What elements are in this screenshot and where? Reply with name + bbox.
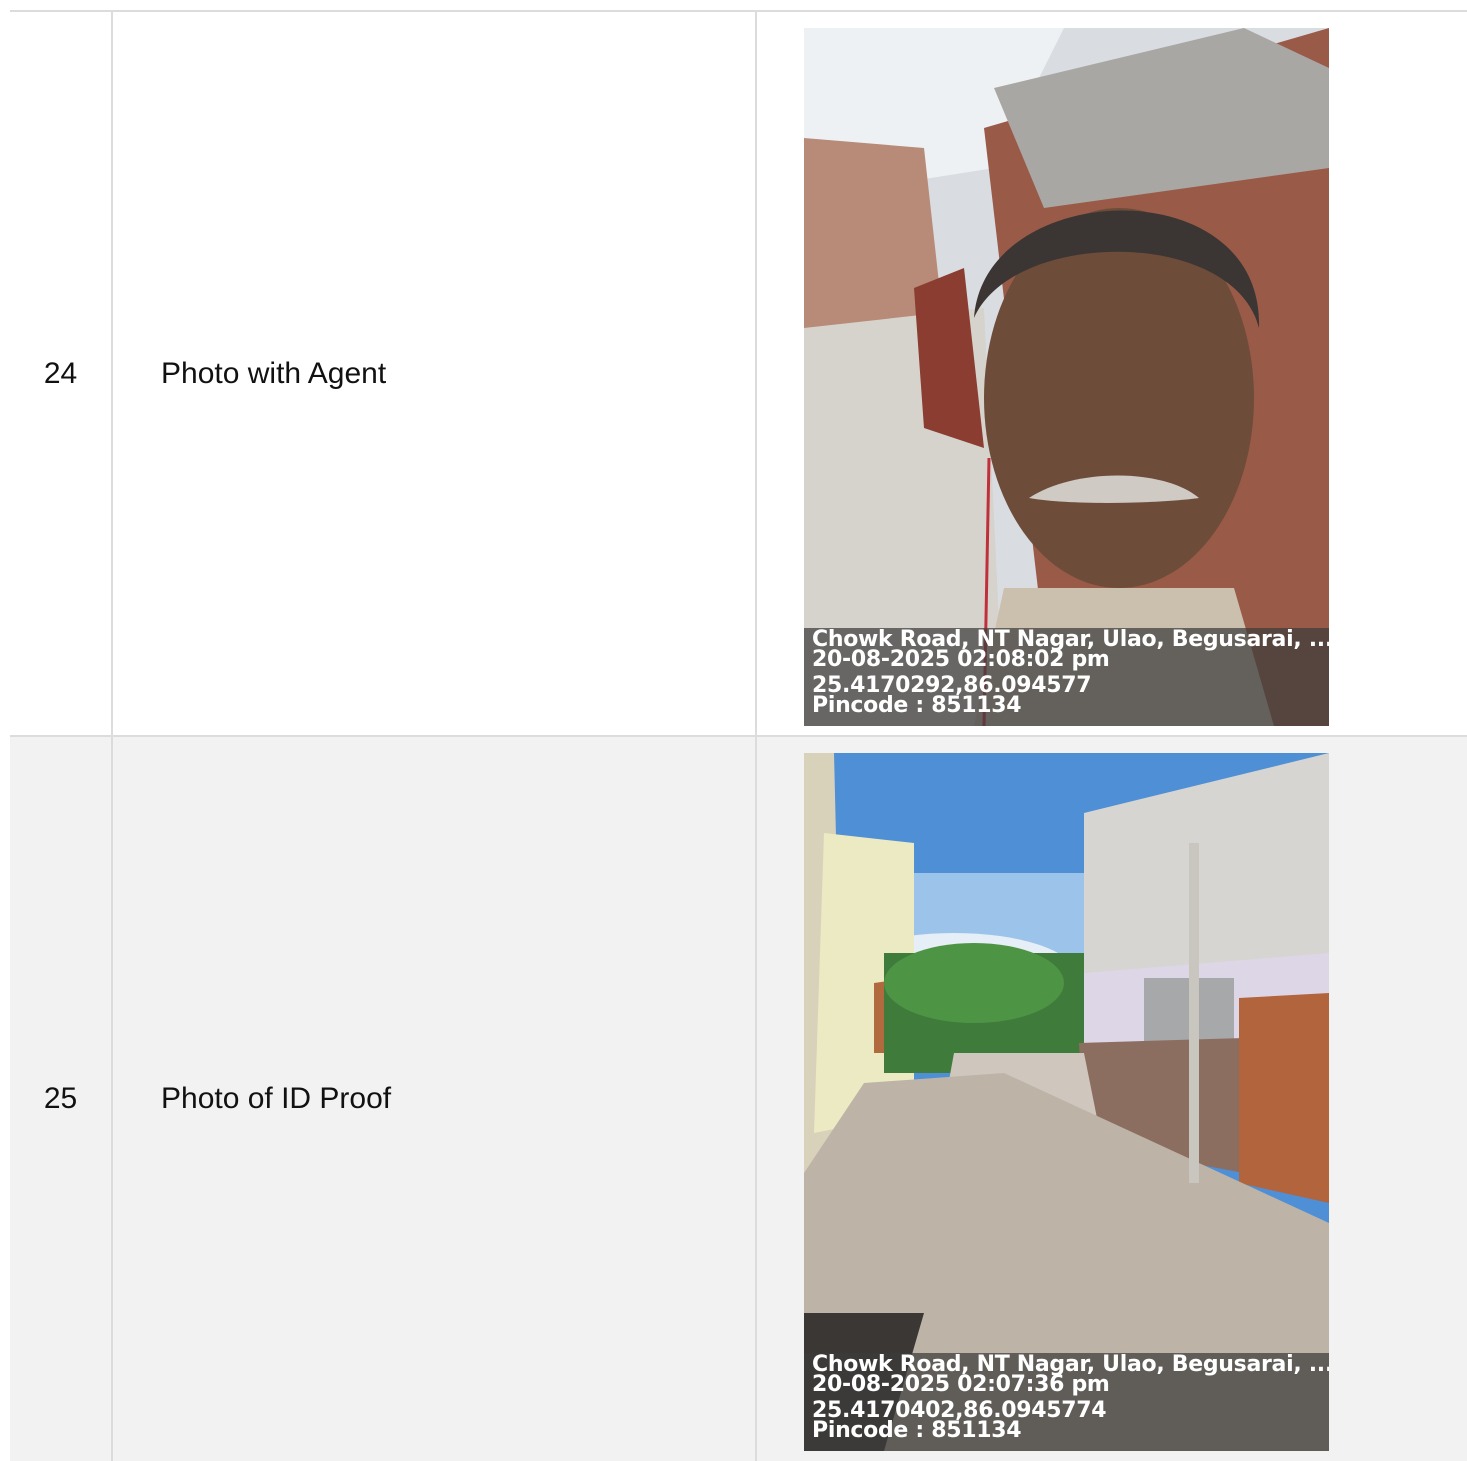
row-label: Photo with Agent <box>161 356 387 390</box>
table-row: 25 Photo of ID Proof Chowk Road, NT Naga… <box>10 737 1467 1461</box>
row-photo-cell: Chowk Road, NT Nagar, Ulao, Begusarai, .… <box>757 12 1467 735</box>
id-proof-photo[interactable]: Chowk Road, NT Nagar, Ulao, Begusarai, .… <box>804 753 1329 1451</box>
row-number-cell: 24 <box>10 12 113 735</box>
row-number: 25 <box>43 1082 78 1115</box>
row-photo-cell: Chowk Road, NT Nagar, Ulao, Begusarai, .… <box>757 737 1467 1461</box>
row-label-cell: Photo of ID Proof <box>113 737 757 1461</box>
photo-geotag-overlay: Chowk Road, NT Nagar, Ulao, Begusarai, .… <box>804 1353 1329 1451</box>
photo-datetime: 20-08-2025 02:08:02 pm <box>812 647 1110 672</box>
row-number-cell: 25 <box>10 737 113 1461</box>
row-label-cell: Photo with Agent <box>113 12 757 735</box>
agent-selfie-photo[interactable]: Chowk Road, NT Nagar, Ulao, Begusarai, .… <box>804 28 1329 726</box>
row-number: 24 <box>43 356 78 390</box>
street-image <box>804 753 1329 1451</box>
photo-pincode: Pincode : 851134 <box>812 693 1022 718</box>
table-row: 24 Photo with Agent Chowk Road, NT Nagar… <box>10 12 1467 737</box>
selfie-image <box>804 28 1329 726</box>
photo-datetime: 20-08-2025 02:07:36 pm <box>812 1372 1110 1397</box>
photo-geotag-overlay: Chowk Road, NT Nagar, Ulao, Begusarai, .… <box>804 628 1329 726</box>
row-label: Photo of ID Proof <box>161 1082 392 1115</box>
photo-pincode: Pincode : 851134 <box>812 1418 1022 1443</box>
photo-table: 24 Photo with Agent Chowk Road, NT Nagar… <box>10 10 1467 1461</box>
